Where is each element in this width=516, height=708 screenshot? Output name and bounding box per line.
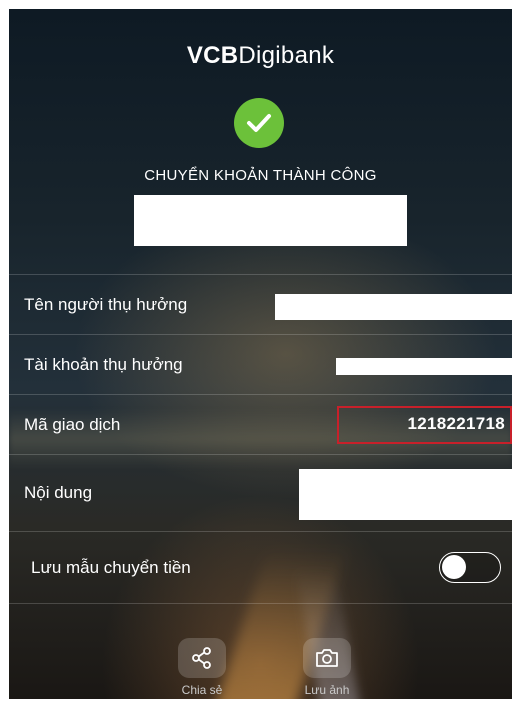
save-template-label: Lưu mẫu chuyển tiền	[31, 558, 191, 577]
toggle-knob	[442, 555, 466, 579]
amount-redacted	[134, 195, 407, 246]
save-template-toggle[interactable]	[439, 552, 501, 583]
content-label: Nội dung	[24, 483, 93, 502]
camera-icon	[303, 638, 351, 678]
beneficiary-name-redacted	[275, 294, 512, 320]
divider	[9, 334, 512, 335]
beneficiary-account-label: Tài khoản thụ hưởng	[24, 355, 183, 374]
divider	[9, 454, 512, 455]
beneficiary-account-redacted	[336, 358, 512, 375]
divider	[9, 603, 512, 604]
transfer-success-screen: VCBDigibank CHUYỂN KHOẢN THÀNH CÔNG Tên …	[9, 9, 512, 699]
divider	[9, 531, 512, 532]
transaction-id-value: 1218221718	[407, 414, 505, 433]
success-check-icon	[234, 98, 284, 148]
save-image-label: Lưu ảnh	[304, 683, 350, 697]
transaction-id-label: Mã giao dịch	[24, 415, 121, 434]
vcb-digibank-logo: VCBDigibank	[186, 42, 335, 69]
transfer-status-title: CHUYỂN KHOẢN THÀNH CÔNG	[144, 167, 377, 184]
share-button[interactable]: Chia sẻ	[167, 638, 237, 697]
save-image-button[interactable]: Lưu ảnh	[292, 638, 362, 697]
divider	[9, 274, 512, 275]
content-redacted	[299, 469, 512, 520]
beneficiary-name-label: Tên người thụ hưởng	[24, 295, 188, 314]
share-icon	[178, 638, 226, 678]
share-label: Chia sẻ	[181, 683, 223, 697]
divider	[9, 394, 512, 395]
